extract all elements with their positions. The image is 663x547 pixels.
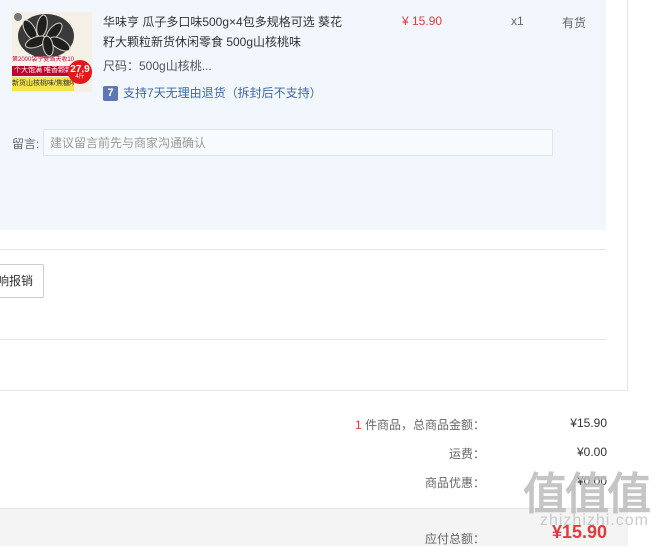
shipping-label: 运费： [448, 447, 485, 461]
thumbnail-badge-bottom: 新货山核桃味/焦糖味 [12, 77, 74, 91]
product-spec: 尺码：500g山核桃... [103, 59, 212, 73]
product-name-link[interactable]: 华味亨 瓜子多口味500g×4包多规格可选 葵花籽大颗粒新货休闲零食 500g山… [103, 12, 343, 52]
goods-total-label: 件商品，总商品金额： [361, 418, 485, 432]
section-divider [0, 249, 606, 250]
watermark-domain: zhizhizhi.com [539, 512, 649, 529]
return-policy-text: 支持7天无理由退货（拆封后不支持） [123, 86, 322, 100]
thumbnail-promo-text: 第2000袋宁夏当天收10.9 [12, 56, 74, 65]
product-thumbnail[interactable]: 第2000袋宁夏当天收10.9 个大饱满 唯香颗颗 新货山核桃味/焦糖味 27.… [12, 12, 92, 92]
stock-status: 有货 [562, 16, 587, 30]
goods-count-label: 1 件商品，总商品金额： [355, 416, 485, 433]
seven-day-return-icon: 7 [103, 86, 118, 102]
remark-input[interactable] [43, 129, 553, 156]
thumbnail-price-unit: 4斤 [75, 74, 85, 80]
remark-label: 留言: [12, 137, 40, 151]
thumbnail-price-badge: 27.9 4斤 [68, 60, 92, 84]
goods-count: 1 [354, 418, 362, 432]
return-policy: 7 支持7天无理由退货（拆封后不支持） [103, 84, 322, 102]
quantity: x1 [511, 14, 524, 28]
thumbnail-badge-top: 个大饱满 唯香颗颗 [12, 66, 74, 76]
discount-label: 商品优惠： [424, 476, 485, 490]
section-divider [0, 390, 628, 391]
shipping-fee: ¥0.00 [576, 445, 607, 459]
unit-price: ¥ 15.90 [402, 14, 443, 28]
section-border-right [627, 0, 628, 390]
payable-label: 应付总额： [424, 532, 485, 546]
invoice-button[interactable]: 响报销 [0, 264, 44, 298]
goods-total: ¥15.90 [570, 416, 607, 430]
section-divider [0, 339, 606, 340]
